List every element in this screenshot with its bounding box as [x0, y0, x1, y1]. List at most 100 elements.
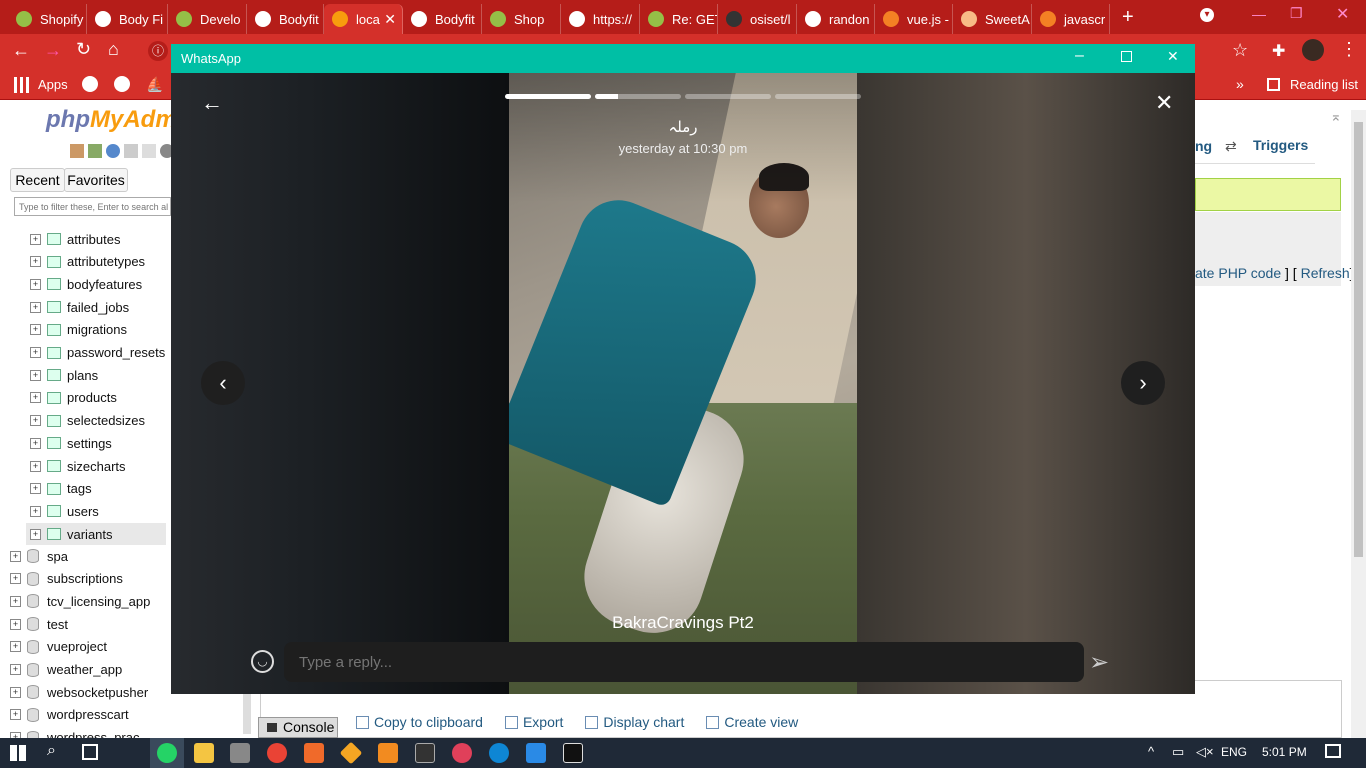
send-icon[interactable]: ➢	[1089, 648, 1109, 677]
exit-icon[interactable]	[88, 144, 102, 158]
table-name[interactable]: bodyfeatures	[67, 277, 142, 292]
git-icon[interactable]	[339, 741, 363, 765]
recent-button[interactable]: Recent	[10, 168, 65, 192]
database-name[interactable]: vueproject	[47, 639, 107, 654]
table-name[interactable]: users	[67, 504, 99, 519]
table-item[interactable]: + tags	[30, 478, 92, 500]
clock[interactable]: 5:01 PM	[1262, 745, 1307, 759]
expand-icon[interactable]: +	[30, 347, 41, 358]
expand-icon[interactable]: +	[10, 641, 21, 653]
table-item[interactable]: + products	[30, 387, 117, 409]
table-name[interactable]: password_resets	[67, 345, 165, 360]
tab-5[interactable]: Bodyfit	[403, 4, 482, 34]
expand-icon[interactable]: +	[30, 437, 41, 449]
database-item[interactable]: + tcv_licensing_app	[10, 590, 150, 612]
file-explorer-icon[interactable]	[194, 743, 214, 763]
table-item[interactable]: + attributetypes	[30, 251, 145, 273]
close-window-icon[interactable]: ✕	[1336, 4, 1349, 24]
query-action-link[interactable]: Copy to clipboard	[356, 714, 483, 730]
menu-icon[interactable]: ⋮	[1340, 39, 1358, 60]
table-name[interactable]: settings	[67, 436, 112, 451]
table-name[interactable]: failed_jobs	[67, 300, 129, 315]
close-tab-icon[interactable]: ✕	[384, 11, 396, 28]
database-name[interactable]: subscriptions	[47, 571, 123, 586]
table-item[interactable]: + settings	[30, 432, 112, 454]
info-icon[interactable]: ⓘ	[148, 41, 168, 61]
collapse-icon[interactable]: ⌅	[1330, 108, 1342, 125]
expand-icon[interactable]: +	[10, 709, 21, 721]
expand-icon[interactable]: +	[10, 595, 21, 607]
table-item[interactable]: + password_resets	[30, 342, 165, 364]
database-name[interactable]: wordpresscart	[47, 707, 129, 722]
tab-12[interactable]: SweetA	[953, 4, 1032, 34]
console-button[interactable]: Console	[258, 717, 338, 738]
expand-icon[interactable]: +	[30, 301, 41, 313]
sidebar-scrollbar[interactable]	[243, 694, 251, 734]
refresh-link[interactable]: Refresh	[1301, 265, 1350, 281]
back-arrow-icon[interactable]: ←	[201, 90, 223, 116]
expand-icon[interactable]: +	[10, 664, 21, 675]
vscode-icon[interactable]	[526, 743, 546, 763]
phpstorm-icon[interactable]	[563, 743, 583, 763]
database-item[interactable]: + test	[10, 613, 68, 635]
database-item[interactable]: + weather_app	[10, 659, 122, 681]
filter-input[interactable]	[14, 197, 171, 216]
tab-4[interactable]: loca ✕	[324, 4, 403, 34]
back-icon[interactable]: ←	[12, 40, 30, 61]
search-icon[interactable]: ⌕	[47, 742, 56, 760]
battery-icon[interactable]: ▭	[1172, 744, 1184, 760]
database-item[interactable]: + subscriptions	[10, 568, 123, 590]
reply-input[interactable]	[284, 642, 1084, 682]
previous-status-button[interactable]: ‹	[201, 361, 245, 405]
table-item[interactable]: + bodyfeatures	[30, 273, 142, 295]
table-item[interactable]: + sizecharts	[30, 455, 126, 477]
help-icon[interactable]	[106, 144, 120, 158]
extensions-icon[interactable]: ✚	[1272, 41, 1285, 61]
minimize-icon[interactable]: –	[1075, 47, 1084, 65]
globe-icon[interactable]	[82, 76, 98, 92]
pma-bookmark-icon[interactable]: ⛵	[146, 76, 163, 93]
expand-icon[interactable]: +	[30, 278, 41, 290]
app-icon[interactable]	[452, 743, 472, 763]
chrome-icon[interactable]	[267, 743, 287, 763]
expand-icon[interactable]: +	[30, 324, 41, 336]
cmd-icon[interactable]	[415, 743, 435, 763]
expand-icon[interactable]: +	[10, 618, 21, 630]
maximize-icon[interactable]	[1121, 51, 1132, 62]
expand-icon[interactable]: +	[30, 528, 41, 540]
tab-search-icon[interactable]: ▾	[1200, 8, 1214, 22]
expand-icon[interactable]: +	[10, 573, 21, 585]
tab-7[interactable]: https://	[561, 4, 640, 34]
database-item[interactable]: + vueproject	[10, 636, 107, 658]
expand-icon[interactable]: +	[30, 505, 41, 517]
close-status-icon[interactable]: ✕	[1155, 90, 1173, 116]
whatsapp-taskbar-icon[interactable]	[157, 743, 177, 763]
tab-1[interactable]: Body Fi	[87, 4, 168, 34]
language-indicator[interactable]: ENG	[1221, 745, 1247, 759]
expand-icon[interactable]: +	[30, 460, 41, 472]
vertical-scrollbar[interactable]	[1351, 110, 1366, 738]
table-name[interactable]: sizecharts	[67, 459, 126, 474]
table-name[interactable]: products	[67, 390, 117, 405]
expand-icon[interactable]: +	[30, 415, 41, 427]
expand-icon[interactable]: +	[10, 686, 21, 698]
expand-icon[interactable]: +	[30, 392, 41, 404]
database-item[interactable]: + spa	[10, 545, 68, 567]
tab-6[interactable]: Shop	[482, 4, 561, 34]
tab-2[interactable]: Develo	[168, 4, 247, 34]
table-name[interactable]: migrations	[67, 322, 127, 337]
windows-start-icon[interactable]	[10, 745, 26, 761]
expand-icon[interactable]: +	[30, 483, 41, 495]
docs-icon[interactable]	[124, 144, 138, 158]
apps-bookmark[interactable]: Apps	[38, 77, 68, 92]
database-item[interactable]: + websocketpusher	[10, 681, 148, 703]
table-item[interactable]: + failed_jobs	[30, 296, 129, 318]
table-item[interactable]: + plans	[30, 364, 98, 386]
expand-icon[interactable]: +	[30, 369, 41, 381]
pma-logo[interactable]: phpMyAdm	[46, 106, 177, 134]
tab-11[interactable]: vue.js -	[875, 4, 953, 34]
table-name[interactable]: variants	[67, 527, 113, 542]
copy-icon[interactable]	[142, 144, 156, 158]
reading-list-button[interactable]: Reading list	[1290, 77, 1358, 92]
database-name[interactable]: weather_app	[47, 662, 122, 677]
